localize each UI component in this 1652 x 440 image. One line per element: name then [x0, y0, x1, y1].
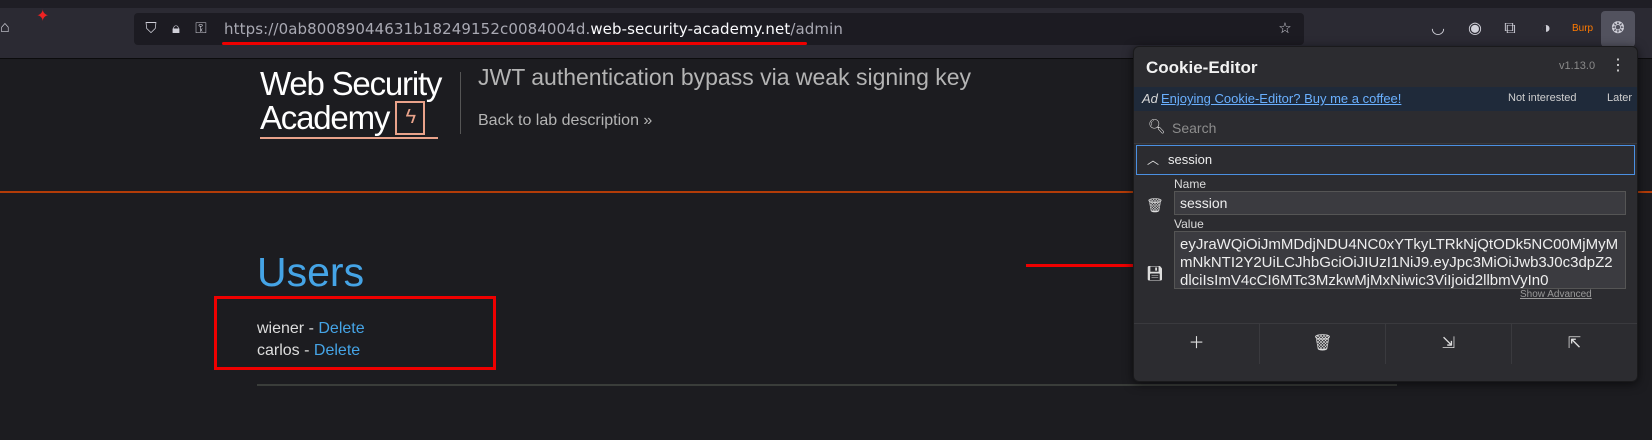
kebab-menu-icon[interactable]: ⋮ — [1610, 55, 1626, 75]
users-annotation-box — [214, 296, 496, 370]
cookie-name-field[interactable]: session — [1174, 191, 1626, 215]
cookie-icon: ❂ — [1611, 20, 1625, 37]
delete-all-button[interactable]: 🗑︎ — [1260, 324, 1386, 364]
logo-bolt-icon: ϟ — [395, 101, 426, 135]
url-path: /admin — [790, 20, 843, 38]
ad-bar: Ad Enjoying Cookie-Editor? Buy me a coff… — [1134, 87, 1637, 111]
cookie-value-field[interactable]: eyJraWQiOiJmMDdjNDU4NC0xYTkyLTRkNjQtODk5… — [1174, 231, 1626, 289]
export-button[interactable]: ⇱ — [1512, 324, 1637, 364]
search-icon: 🔍︎ — [1148, 118, 1166, 134]
burp-extension-icon[interactable]: Burp — [1572, 19, 1593, 39]
annotation-arrow-line — [1026, 264, 1148, 267]
url-annotation-underline — [222, 42, 807, 45]
cookie-editor-panel: Cookie-Editor v1.13.0 ⋮ Ad Enjoying Cook… — [1133, 46, 1638, 382]
home-icon[interactable]: ⌂ — [0, 19, 10, 37]
extensions-icon[interactable]: ⧉ — [1500, 19, 1520, 39]
web-security-academy-logo[interactable]: Web Security Academy ϟ — [260, 67, 460, 143]
permissions-icon[interactable]: ⚿ — [192, 20, 210, 38]
ad-link[interactable]: Enjoying Cookie-Editor? Buy me a coffee! — [1161, 91, 1401, 106]
show-advanced-link[interactable]: Show Advanced — [1520, 289, 1592, 300]
add-cookie-button[interactable]: ＋ — [1134, 324, 1260, 364]
bookmark-star-icon[interactable]: ☆ — [1276, 20, 1294, 38]
trash-icon[interactable]: 🗑︎ — [1146, 197, 1164, 214]
logo-line1: Web Security — [260, 65, 442, 102]
search-input[interactable] — [1170, 115, 1624, 141]
hackbar-icon[interactable]: ◑ — [1536, 19, 1556, 39]
content-divider — [257, 384, 1397, 386]
save-icon[interactable]: 💾︎ — [1146, 265, 1164, 282]
import-button[interactable]: ⇲ — [1386, 324, 1512, 364]
logo-underline — [260, 137, 438, 139]
logo-line2: Academy — [260, 99, 390, 136]
lab-title: JWT authentication bypass via weak signi… — [478, 64, 972, 90]
back-to-lab-link[interactable]: Back to lab description » — [478, 112, 652, 130]
lock-icon[interactable]: 🔒︎ — [167, 20, 185, 38]
shield-icon[interactable]: ⛉ — [142, 20, 160, 38]
cookie-header-session[interactable]: ︿ session — [1136, 145, 1635, 175]
header-divider — [460, 72, 461, 134]
account-icon[interactable]: ◉ — [1465, 19, 1485, 39]
name-label: Name — [1174, 177, 1207, 191]
users-heading: Users — [257, 249, 365, 295]
address-bar[interactable]: ⛉ 🔒︎ ⚿ https://0ab80089044631b18249152c0… — [134, 13, 1304, 45]
url-prefix: https://0ab80089044631b18249152c0084004d… — [224, 20, 591, 38]
pocket-icon[interactable]: ◡ — [1428, 19, 1448, 39]
cookie-editor-extension-button[interactable]: ❂ — [1601, 11, 1635, 47]
panel-version: v1.13.0 — [1559, 60, 1596, 72]
search-row: 🔍︎ — [1134, 111, 1637, 144]
not-interested-button[interactable]: Not interested — [1508, 92, 1576, 104]
red-star-icon: ✦ — [36, 8, 50, 25]
ad-label: Ad — [1142, 91, 1158, 106]
url-host: web-security-academy.net — [590, 20, 791, 38]
url-text[interactable]: https://0ab80089044631b18249152c0084004d… — [224, 20, 843, 38]
panel-footer: ＋ 🗑︎ ⇲ ⇱ — [1134, 323, 1637, 364]
chevron-up-icon[interactable]: ︿ — [1147, 151, 1159, 168]
tab-strip — [0, 0, 1652, 8]
cookie-header-name: session — [1168, 152, 1213, 167]
value-label: Value — [1174, 217, 1204, 231]
later-button[interactable]: Later — [1607, 92, 1632, 104]
panel-title: Cookie-Editor — [1146, 58, 1258, 77]
